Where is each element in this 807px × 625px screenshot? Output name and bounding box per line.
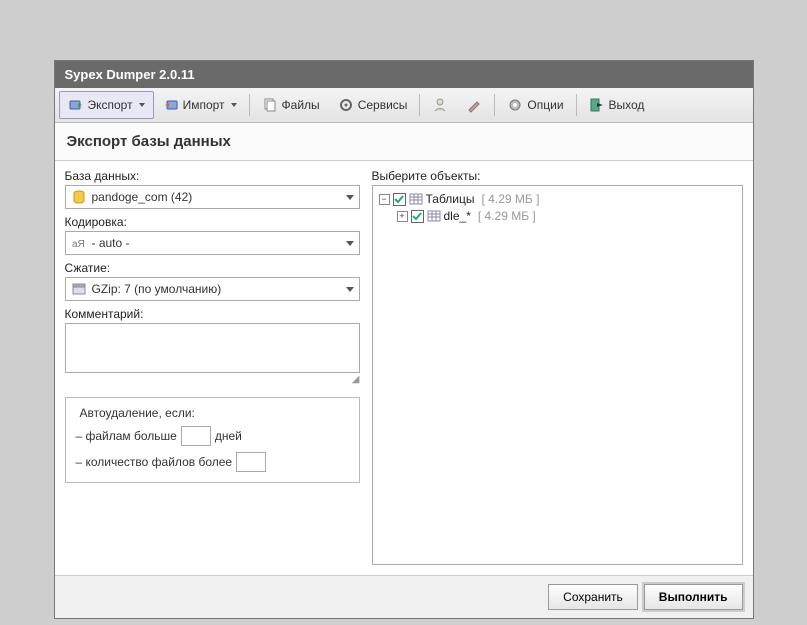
import-icon [163,97,179,113]
gear-icon [507,97,523,113]
toolbar: Экспорт Импорт Файлы Сервисы [55,88,753,123]
autodelete-count-input[interactable] [236,452,266,472]
separator [419,94,420,116]
compress-select[interactable]: GZip: 7 (по умолчанию) [65,277,360,301]
save-button[interactable]: Сохранить [548,584,638,610]
content-area: База данных: pandoge_com (42) Кодировка:… [55,161,753,575]
export-icon [68,97,84,113]
tool-button-2[interactable] [457,91,491,119]
window-title: Sypex Dumper 2.0.11 [65,67,195,82]
collapse-icon[interactable]: − [379,194,390,205]
autodelete-legend: Автоудаление, если: [76,406,199,420]
chevron-down-icon [231,103,237,107]
tables-checkbox[interactable] [393,193,406,206]
svg-text:aЯ: aЯ [72,239,85,250]
app-window: Sypex Dumper 2.0.11 Экспорт Импорт Файлы [54,60,754,619]
services-button[interactable]: Сервисы [329,91,417,119]
files-icon [262,97,278,113]
table-icon [409,192,423,206]
autodelete-count-row: – количество файлов более [76,452,349,472]
encoding-label: Кодировка: [65,215,360,229]
database-icon [71,189,87,205]
services-icon [338,97,354,113]
chevron-down-icon [346,287,354,292]
section-title: Экспорт базы данных [55,123,753,161]
comment-label: Комментарий: [65,307,360,321]
chevron-down-icon [346,241,354,246]
encoding-select[interactable]: aЯ - auto - [65,231,360,255]
tree-item-tables[interactable]: − Таблицы [ 4.29 МБ ] [379,192,736,206]
left-column: База данных: pandoge_com (42) Кодировка:… [65,169,360,565]
tree-size: [ 4.29 МБ ] [482,192,540,206]
exit-button[interactable]: Выход [580,91,654,119]
comment-textarea[interactable] [65,323,360,373]
tree-item-dle[interactable]: + dle_* [ 4.29 МБ ] [397,209,736,223]
compress-icon [71,281,87,297]
footer: Сохранить Выполнить [55,575,753,618]
chevron-down-icon [139,103,145,107]
chevron-down-icon [346,195,354,200]
export-button[interactable]: Экспорт [59,91,154,119]
table-icon [427,209,441,223]
run-button[interactable]: Выполнить [644,584,743,610]
right-column: Выберите объекты: − Таблицы [ 4.29 МБ ] … [372,169,743,565]
objects-label: Выберите объекты: [372,169,743,183]
compress-label: Сжатие: [65,261,360,275]
compress-value: GZip: 7 (по умолчанию) [92,282,346,296]
title-bar: Sypex Dumper 2.0.11 [55,61,753,88]
tool-button-1[interactable] [423,91,457,119]
autodelete-days-row: – файлам больше дней [76,426,349,446]
db-select[interactable]: pandoge_com (42) [65,185,360,209]
db-label: База данных: [65,169,360,183]
brush-icon [466,97,482,113]
tree-size: [ 4.29 МБ ] [478,209,536,223]
files-button[interactable]: Файлы [253,91,329,119]
encoding-value: - auto - [92,236,346,250]
separator [249,94,250,116]
tree-label: Таблицы [426,192,475,206]
tree-label: dle_* [444,209,471,223]
autodelete-fieldset: Автоудаление, если: – файлам больше дней… [65,397,360,483]
separator [576,94,577,116]
db-value: pandoge_com (42) [92,190,346,204]
options-button[interactable]: Опции [498,91,572,119]
separator [494,94,495,116]
exit-icon [589,97,605,113]
user-icon [432,97,448,113]
expand-icon[interactable]: + [397,211,408,222]
dle-checkbox[interactable] [411,210,424,223]
objects-tree[interactable]: − Таблицы [ 4.29 МБ ] + [372,185,743,565]
autodelete-days-input[interactable] [181,426,211,446]
import-button[interactable]: Импорт [154,91,246,119]
encoding-icon: aЯ [71,235,87,251]
resize-grip-icon[interactable]: ◢ [65,374,360,385]
